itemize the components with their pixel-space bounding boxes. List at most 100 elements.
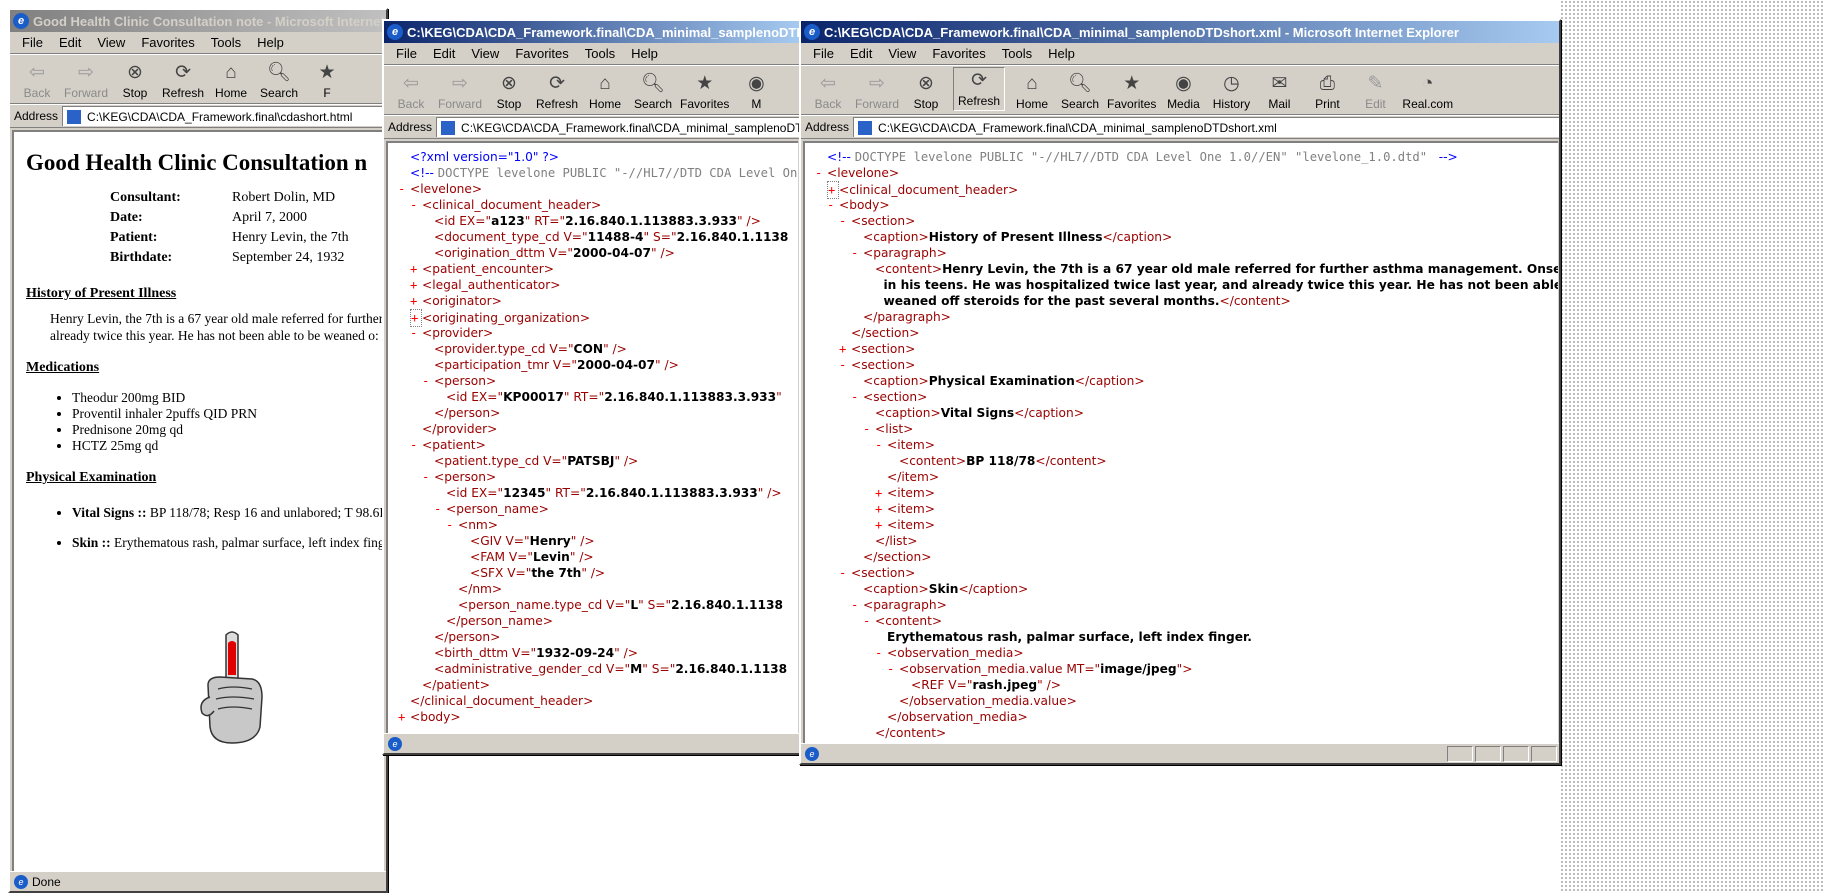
- menu-item-view[interactable]: View: [89, 35, 133, 50]
- expand-toggle[interactable]: +: [839, 341, 851, 357]
- collapse-toggle[interactable]: -: [815, 165, 827, 181]
- menu-item-file[interactable]: File: [14, 35, 51, 50]
- title-bar[interactable]: e Good Health Clinic Consultation note -…: [10, 10, 386, 32]
- xml-node: <caption>History of Present Illness</cap…: [863, 230, 1173, 244]
- toolbar-label: Media: [1167, 97, 1200, 111]
- stop-button[interactable]: ⊗ Stop: [905, 73, 947, 111]
- collapse-toggle[interactable]: -: [410, 437, 422, 453]
- menu-item-edit[interactable]: Edit: [425, 46, 463, 61]
- forward-button[interactable]: ⇨ Forward: [438, 73, 482, 111]
- search-button[interactable]: 🔍︎ Search: [1059, 73, 1101, 111]
- menu-item-tools[interactable]: Tools: [994, 46, 1040, 61]
- search-button[interactable]: 🔍︎ Search: [258, 62, 300, 100]
- collapse-toggle[interactable]: -: [446, 517, 458, 533]
- collapse-toggle[interactable]: -: [839, 565, 851, 581]
- address-input[interactable]: C:\KEG\CDA\CDA_Framework.final\CDA_minim…: [436, 117, 800, 137]
- refresh-button[interactable]: ⟳ Refresh: [953, 67, 1006, 111]
- favorites-button[interactable]: ★ Favorites: [680, 73, 729, 111]
- menu-item-edit[interactable]: Edit: [842, 46, 880, 61]
- address-value: C:\KEG\CDA\CDA_Framework.final\CDA_minim…: [461, 120, 800, 135]
- menu-item-favorites[interactable]: Favorites: [924, 46, 993, 61]
- collapse-toggle[interactable]: -: [422, 373, 434, 389]
- home-button[interactable]: ⌂ Home: [1011, 73, 1053, 111]
- favorites-button[interactable]: ★ Favorites: [1107, 73, 1156, 111]
- title-bar[interactable]: e C:\KEG\CDA\CDA_Framework.final\CDA_min…: [384, 21, 800, 43]
- xml-line: - <levelone>: [388, 181, 798, 197]
- stop-button[interactable]: ⊗ Stop: [488, 73, 530, 111]
- history-button[interactable]: ◷ History: [1210, 73, 1252, 111]
- menu-item-tools[interactable]: Tools: [577, 46, 623, 61]
- xml-line: <?xml version="1.0" ?>: [388, 149, 798, 165]
- expand-toggle[interactable]: +: [410, 293, 422, 309]
- xml-node: <REF V="rash.jpeg" />: [911, 678, 1061, 692]
- f-button[interactable]: ★ F: [306, 62, 348, 100]
- address-input[interactable]: C:\KEG\CDA\CDA_Framework.final\cdashort.…: [62, 106, 386, 126]
- xml-line: <id EX="a123" RT="2.16.840.1.113883.3.93…: [388, 213, 798, 229]
- refresh-button[interactable]: ⟳ Refresh: [162, 62, 204, 100]
- home-button[interactable]: ⌂ Home: [584, 73, 626, 111]
- finger-rash-image[interactable]: [192, 627, 272, 747]
- collapse-toggle[interactable]: -: [434, 501, 446, 517]
- forward-button[interactable]: ⇨ Forward: [855, 73, 899, 111]
- menu-item-file[interactable]: File: [805, 46, 842, 61]
- search-button[interactable]: 🔍︎ Search: [632, 73, 674, 111]
- xml-line: - <section>: [805, 357, 1558, 373]
- mail-button[interactable]: ✉ Mail: [1258, 73, 1300, 111]
- menu-item-view[interactable]: View: [463, 46, 507, 61]
- stop-icon: ⊗: [918, 73, 934, 94]
- browser-window-xml-right: e C:\KEG\CDA\CDA_Framework.final\CDA_min…: [799, 19, 1561, 765]
- collapse-toggle[interactable]: -: [839, 357, 851, 373]
- menu-item-help[interactable]: Help: [623, 46, 666, 61]
- collapse-toggle[interactable]: -: [875, 437, 887, 453]
- menu-item-favorites[interactable]: Favorites: [507, 46, 576, 61]
- title-bar[interactable]: e C:\KEG\CDA\CDA_Framework.final\CDA_min…: [801, 21, 1559, 43]
- print-button[interactable]: ⎙ Print: [1306, 73, 1348, 111]
- menu-item-favorites[interactable]: Favorites: [133, 35, 202, 50]
- collapse-toggle[interactable]: -: [851, 389, 863, 405]
- media-button[interactable]: ◉ Media: [1162, 73, 1204, 111]
- collapse-toggle[interactable]: -: [422, 469, 434, 485]
- collapse-toggle[interactable]: -: [851, 245, 863, 261]
- real-com-button[interactable]: ◔ Real.com: [1402, 73, 1453, 111]
- menu-item-edit[interactable]: Edit: [51, 35, 89, 50]
- menu-item-tools[interactable]: Tools: [203, 35, 249, 50]
- collapse-toggle[interactable]: -: [887, 661, 899, 677]
- collapse-toggle[interactable]: -: [863, 613, 875, 629]
- menu-item-view[interactable]: View: [880, 46, 924, 61]
- expand-toggle[interactable]: +: [398, 709, 410, 725]
- xml-node: <section>: [851, 566, 916, 580]
- edit-button[interactable]: ✎ Edit: [1354, 73, 1396, 111]
- menu-item-file[interactable]: File: [388, 46, 425, 61]
- collapse-toggle[interactable]: -: [863, 421, 875, 437]
- expand-toggle[interactable]: +: [875, 485, 887, 501]
- stop-button[interactable]: ⊗ Stop: [114, 62, 156, 100]
- expand-toggle[interactable]: +: [875, 517, 887, 533]
- desktop-background: [1560, 0, 1823, 893]
- collapse-toggle[interactable]: -: [410, 325, 422, 341]
- address-input[interactable]: C:\KEG\CDA\CDA_Framework.final\CDA_minim…: [853, 117, 1559, 137]
- back-button[interactable]: ⇦ Back: [16, 62, 58, 100]
- back-button[interactable]: ⇦ Back: [390, 73, 432, 111]
- m-button[interactable]: ◉ M: [735, 73, 777, 111]
- toolbar-label: Home: [1016, 97, 1049, 111]
- expand-toggle[interactable]: +: [410, 261, 422, 277]
- toolbar: ⇦ Back ⇨ Forward ⊗ Stop ⟳ Refresh ⌂ Home 🔍︎ Search ★…: [10, 54, 386, 104]
- xml-line: - <observation_media>: [805, 645, 1558, 661]
- collapse-toggle[interactable]: -: [875, 645, 887, 661]
- collapse-toggle[interactable]: -: [839, 213, 851, 229]
- collapse-toggle[interactable]: -: [851, 597, 863, 613]
- home-button[interactable]: ⌂ Home: [210, 62, 252, 100]
- collapse-toggle[interactable]: -: [410, 197, 422, 213]
- xml-line: - <paragraph>: [805, 597, 1558, 613]
- expand-toggle[interactable]: +: [875, 501, 887, 517]
- xml-line: </section>: [805, 549, 1558, 565]
- list-item: Skin :: Erythematous rash, palmar surfac…: [72, 528, 384, 558]
- forward-button[interactable]: ⇨ Forward: [64, 62, 108, 100]
- back-button[interactable]: ⇦ Back: [807, 73, 849, 111]
- menu-item-help[interactable]: Help: [249, 35, 292, 50]
- collapse-toggle[interactable]: -: [398, 181, 410, 197]
- menu-item-help[interactable]: Help: [1040, 46, 1083, 61]
- collapse-toggle[interactable]: -: [827, 197, 839, 213]
- expand-toggle[interactable]: +: [410, 277, 422, 293]
- refresh-button[interactable]: ⟳ Refresh: [536, 73, 578, 111]
